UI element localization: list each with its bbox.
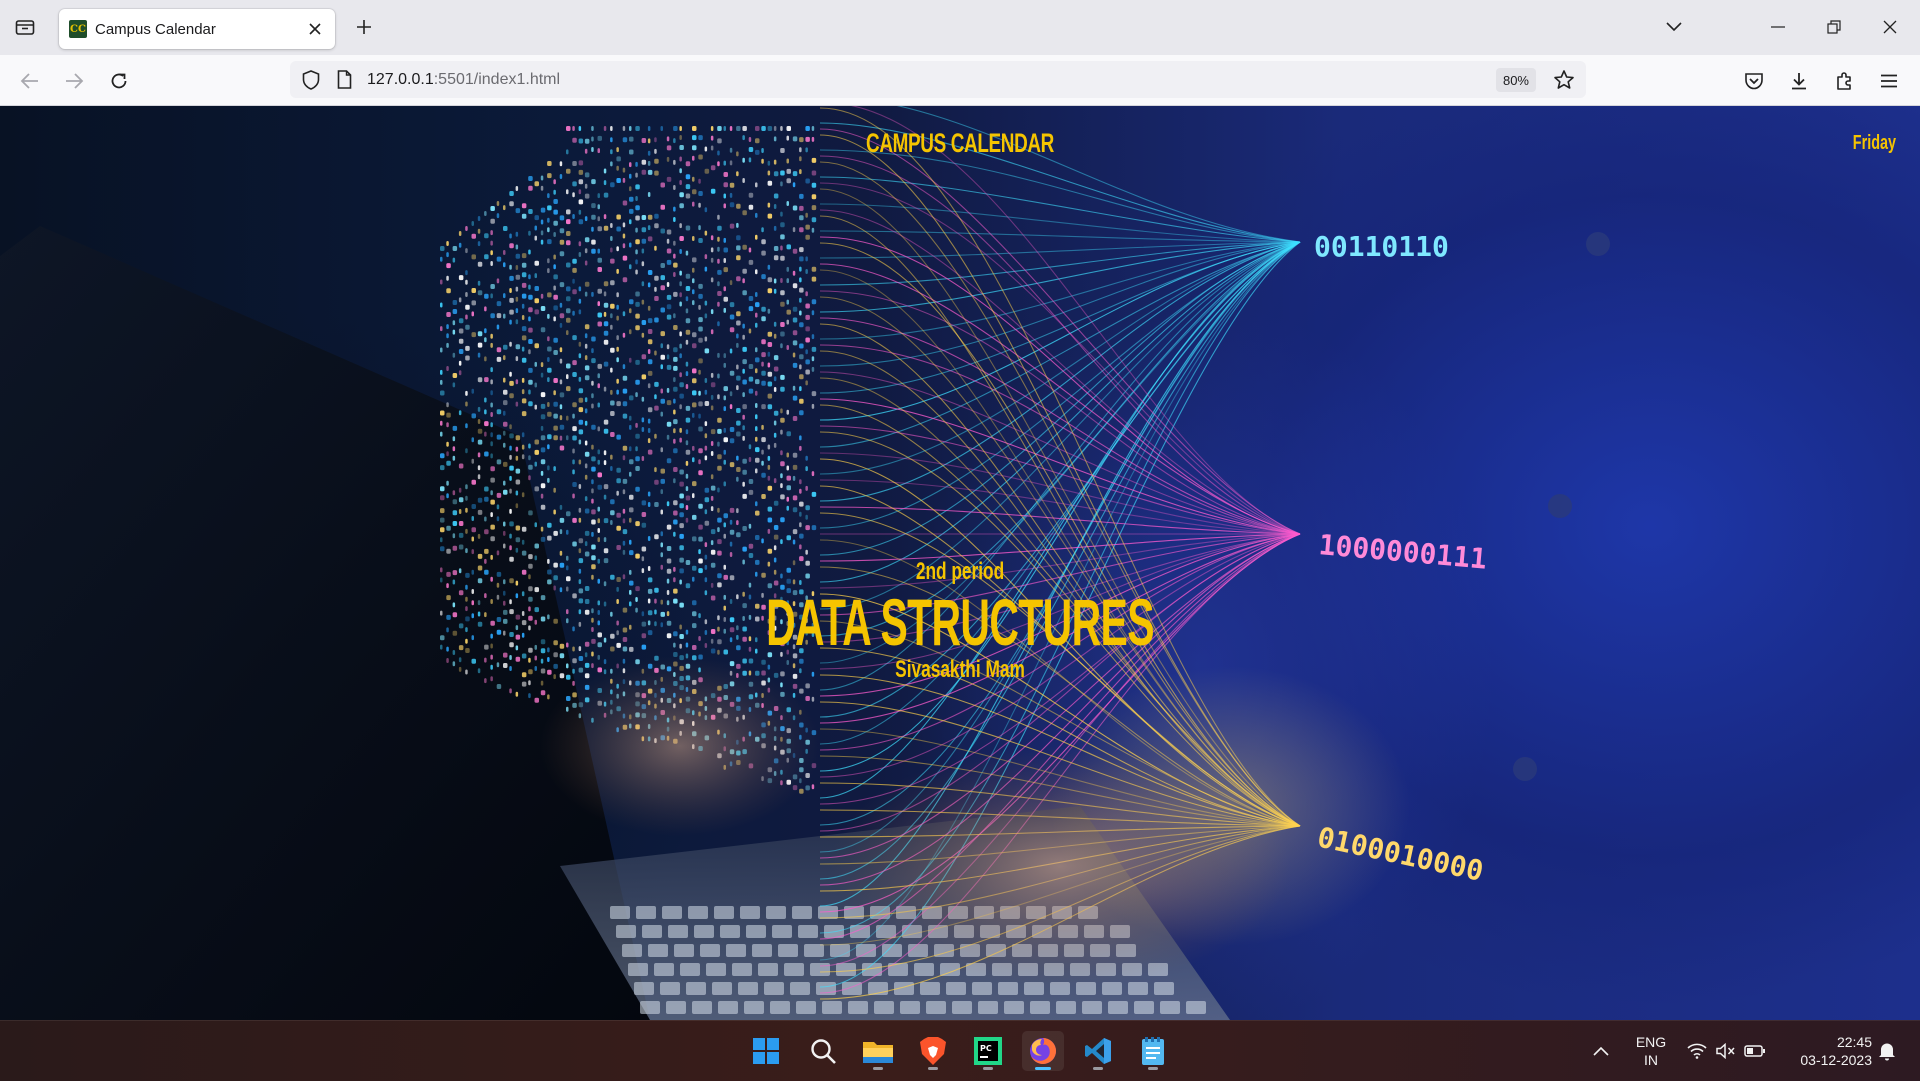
running-indicator xyxy=(873,1067,883,1070)
tab-list-icon[interactable] xyxy=(8,12,42,42)
search-icon[interactable] xyxy=(802,1031,844,1071)
show-hidden-icons-icon[interactable] xyxy=(1581,1031,1621,1071)
navigation-toolbar: 127.0.0.1:5501/index1.html 80% xyxy=(0,55,1920,106)
tab-title: Campus Calendar xyxy=(95,20,216,38)
new-tab-icon[interactable] xyxy=(349,12,379,42)
page-background: 00110110 1000000111 0100010000 CAMPUS CA… xyxy=(0,106,1920,1020)
downloads-icon[interactable] xyxy=(1783,65,1815,97)
period-label: 2nd period xyxy=(915,558,1005,585)
tracking-protection-icon[interactable] xyxy=(300,69,322,91)
running-indicator xyxy=(1148,1067,1158,1070)
language-code: ENG xyxy=(1635,1034,1667,1050)
browser-tab[interactable]: CC Campus Calendar xyxy=(59,9,335,49)
running-indicator xyxy=(983,1067,993,1070)
reload-icon[interactable] xyxy=(103,65,135,97)
running-indicator xyxy=(928,1067,938,1070)
notification-bell-icon[interactable] xyxy=(1870,1031,1904,1071)
day-label: Friday xyxy=(1852,132,1896,154)
url-host: 127.0.0.1 xyxy=(367,70,434,88)
address-bar[interactable]: 127.0.0.1:5501/index1.html 80% xyxy=(290,61,1586,98)
vscode-icon[interactable] xyxy=(1077,1031,1119,1071)
pocket-icon[interactable] xyxy=(1738,65,1770,97)
tab-bar: CC Campus Calendar xyxy=(0,0,1920,55)
windows-taskbar: PC ENG IN 22:45 03-12-2023 xyxy=(0,1020,1920,1081)
clock-date: 03-12-2023 xyxy=(1800,1052,1872,1068)
page-title: CAMPUS CALENDAR xyxy=(866,128,1054,158)
binary-stream-cyan: 00110110 xyxy=(1314,230,1449,263)
brave-icon[interactable] xyxy=(912,1031,954,1071)
clock-time: 22:45 xyxy=(1836,1034,1872,1050)
start-icon[interactable] xyxy=(745,1031,787,1071)
forward-icon[interactable] xyxy=(58,65,90,97)
close-tab-icon[interactable] xyxy=(303,17,327,41)
extensions-icon[interactable] xyxy=(1828,65,1860,97)
favicon-icon: CC xyxy=(69,20,87,38)
page-info-icon[interactable] xyxy=(334,69,354,91)
restore-icon[interactable] xyxy=(1816,8,1852,46)
svg-text:PC: PC xyxy=(980,1044,992,1053)
file-explorer-icon[interactable] xyxy=(857,1031,899,1071)
zoom-level-badge[interactable]: 80% xyxy=(1495,68,1536,92)
list-all-tabs-icon[interactable] xyxy=(1656,8,1692,46)
teacher-name: Sivasakthi Mam xyxy=(895,656,1025,683)
input-language[interactable]: ENG IN xyxy=(1628,1033,1674,1069)
close-window-icon[interactable] xyxy=(1872,8,1908,46)
running-indicator xyxy=(1093,1067,1103,1070)
url-path: :5501/index1.html xyxy=(433,70,561,88)
region-code: IN xyxy=(1644,1052,1658,1068)
clock[interactable]: 22:45 03-12-2023 xyxy=(1780,1033,1872,1069)
firefox-icon[interactable] xyxy=(1022,1031,1064,1071)
subject-title: DATA STRUCTURES xyxy=(766,585,1154,659)
active-indicator xyxy=(1035,1067,1051,1070)
menu-icon[interactable] xyxy=(1873,65,1905,97)
battery-icon[interactable] xyxy=(1738,1031,1772,1071)
bookmark-star-icon[interactable] xyxy=(1552,68,1576,92)
minimize-icon[interactable] xyxy=(1760,8,1796,46)
url-text[interactable]: 127.0.0.1:5501/index1.html xyxy=(367,71,560,89)
notepad-icon[interactable] xyxy=(1132,1031,1174,1071)
back-icon[interactable] xyxy=(14,65,46,97)
pycharm-icon[interactable]: PC xyxy=(967,1031,1009,1071)
